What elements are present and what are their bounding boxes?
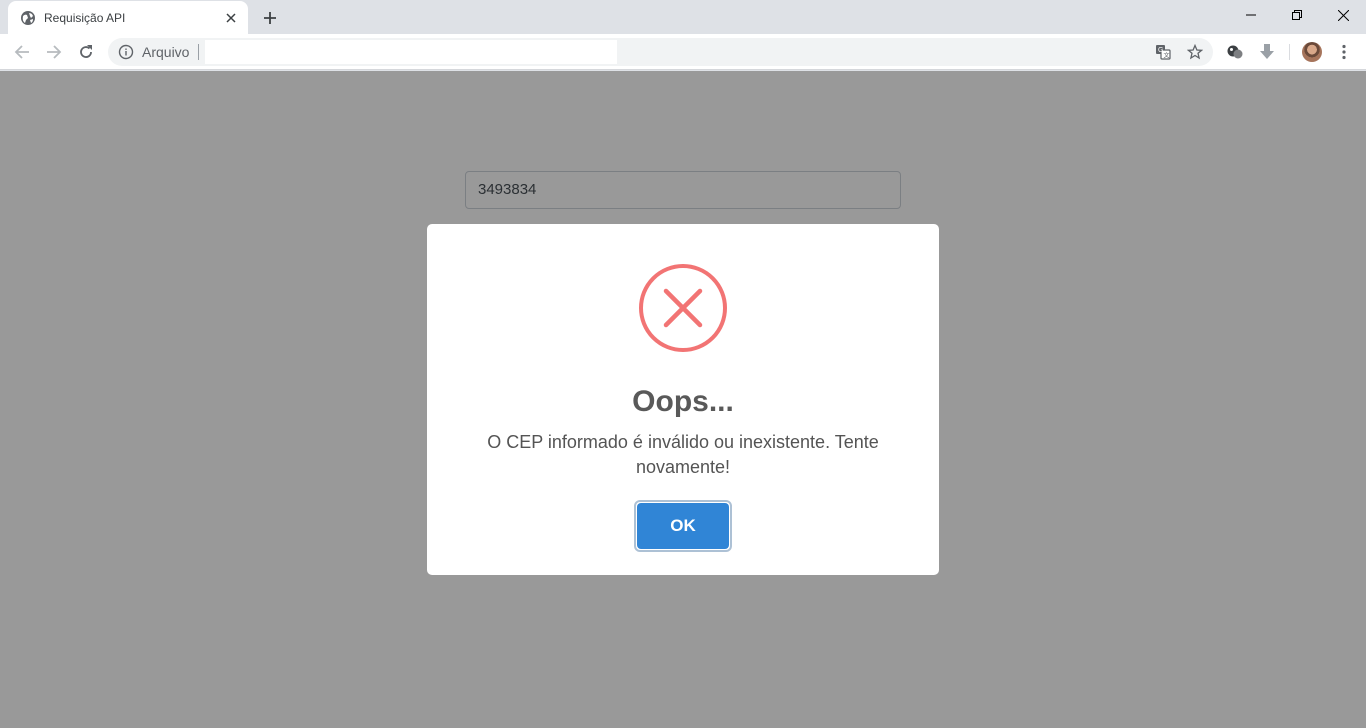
toolbar-divider bbox=[1289, 44, 1290, 60]
plus-icon bbox=[264, 12, 276, 24]
star-icon bbox=[1187, 44, 1203, 60]
minimize-icon bbox=[1246, 14, 1256, 16]
reload-button[interactable] bbox=[72, 38, 100, 66]
error-alert-dialog: Oops... O CEP informado é inválido ou in… bbox=[427, 224, 939, 575]
extension-icon bbox=[1227, 45, 1243, 59]
forward-arrow-icon bbox=[47, 45, 62, 59]
globe-icon bbox=[21, 11, 35, 25]
site-security-chip[interactable]: Arquivo bbox=[142, 44, 189, 60]
error-x-icon bbox=[639, 264, 727, 352]
browser-tab[interactable]: Requisição API bbox=[8, 1, 248, 34]
info-icon[interactable] bbox=[118, 44, 134, 60]
close-icon bbox=[226, 13, 236, 23]
ok-button[interactable]: OK bbox=[637, 503, 729, 549]
tab-title: Requisição API bbox=[44, 11, 126, 25]
bookmark-button[interactable] bbox=[1184, 42, 1206, 62]
avatar[interactable] bbox=[1302, 42, 1322, 62]
translate-button[interactable]: G 文 bbox=[1152, 42, 1174, 62]
tab-close-button[interactable] bbox=[222, 9, 240, 27]
alert-title: Oops... bbox=[632, 385, 734, 418]
minimize-button[interactable] bbox=[1228, 0, 1274, 30]
url-input[interactable] bbox=[205, 40, 617, 64]
browser-menu-button[interactable] bbox=[1332, 40, 1356, 64]
close-icon bbox=[1337, 9, 1349, 21]
forward-button[interactable] bbox=[40, 38, 68, 66]
svg-text:文: 文 bbox=[1164, 52, 1170, 60]
restore-icon bbox=[1292, 10, 1302, 20]
translate-icon: G 文 bbox=[1156, 45, 1171, 60]
window-close-button[interactable] bbox=[1320, 0, 1366, 30]
omnibox-divider bbox=[198, 44, 199, 60]
download-extension-button[interactable] bbox=[1255, 40, 1279, 64]
browser-toolbar: Arquivo G 文 bbox=[0, 34, 1366, 70]
alert-message: O CEP informado é inválido ou inexistent… bbox=[487, 432, 879, 477]
reload-icon bbox=[80, 45, 92, 58]
three-dots-menu-icon bbox=[1342, 44, 1346, 60]
back-button[interactable] bbox=[8, 38, 36, 66]
download-arrow-icon bbox=[1260, 44, 1274, 59]
restore-button[interactable] bbox=[1274, 0, 1320, 30]
back-arrow-icon bbox=[14, 45, 29, 59]
new-tab-button[interactable] bbox=[258, 6, 282, 30]
extension-button[interactable] bbox=[1223, 40, 1247, 64]
address-bar[interactable]: Arquivo G 文 bbox=[108, 38, 1213, 66]
tab-strip: Requisição API bbox=[0, 0, 1366, 34]
